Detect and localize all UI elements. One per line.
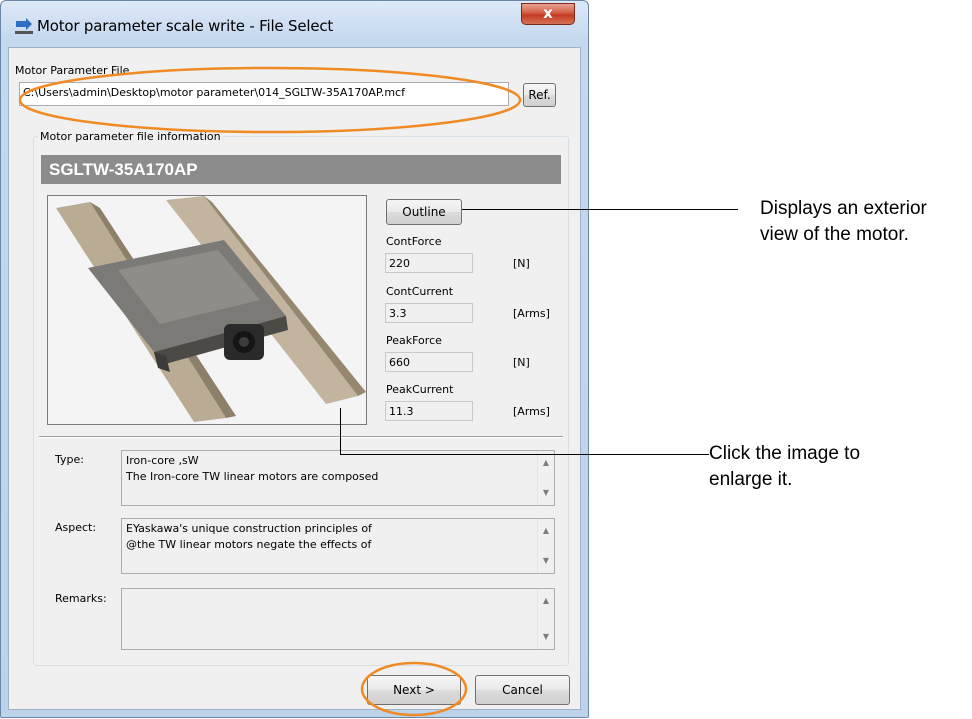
image-callout-line-2: enlarge it. [709,469,793,490]
outline-callout-line-1: Displays an exterior [760,198,927,219]
image-callout-vline [340,408,341,454]
outline-callout-line [462,209,738,210]
highlight-annotations [18,66,522,717]
file-path-highlight-ellipse [18,66,522,134]
image-callout-text: Click the image to enlarge it. [709,441,860,493]
next-button-highlight-ellipse [360,661,468,717]
outline-callout-text: Displays an exterior view of the motor. [760,196,927,248]
image-callout-line [340,454,709,455]
image-callout-line-1: Click the image to [709,443,861,464]
outline-callout-line-2: view of the motor. [760,224,909,245]
